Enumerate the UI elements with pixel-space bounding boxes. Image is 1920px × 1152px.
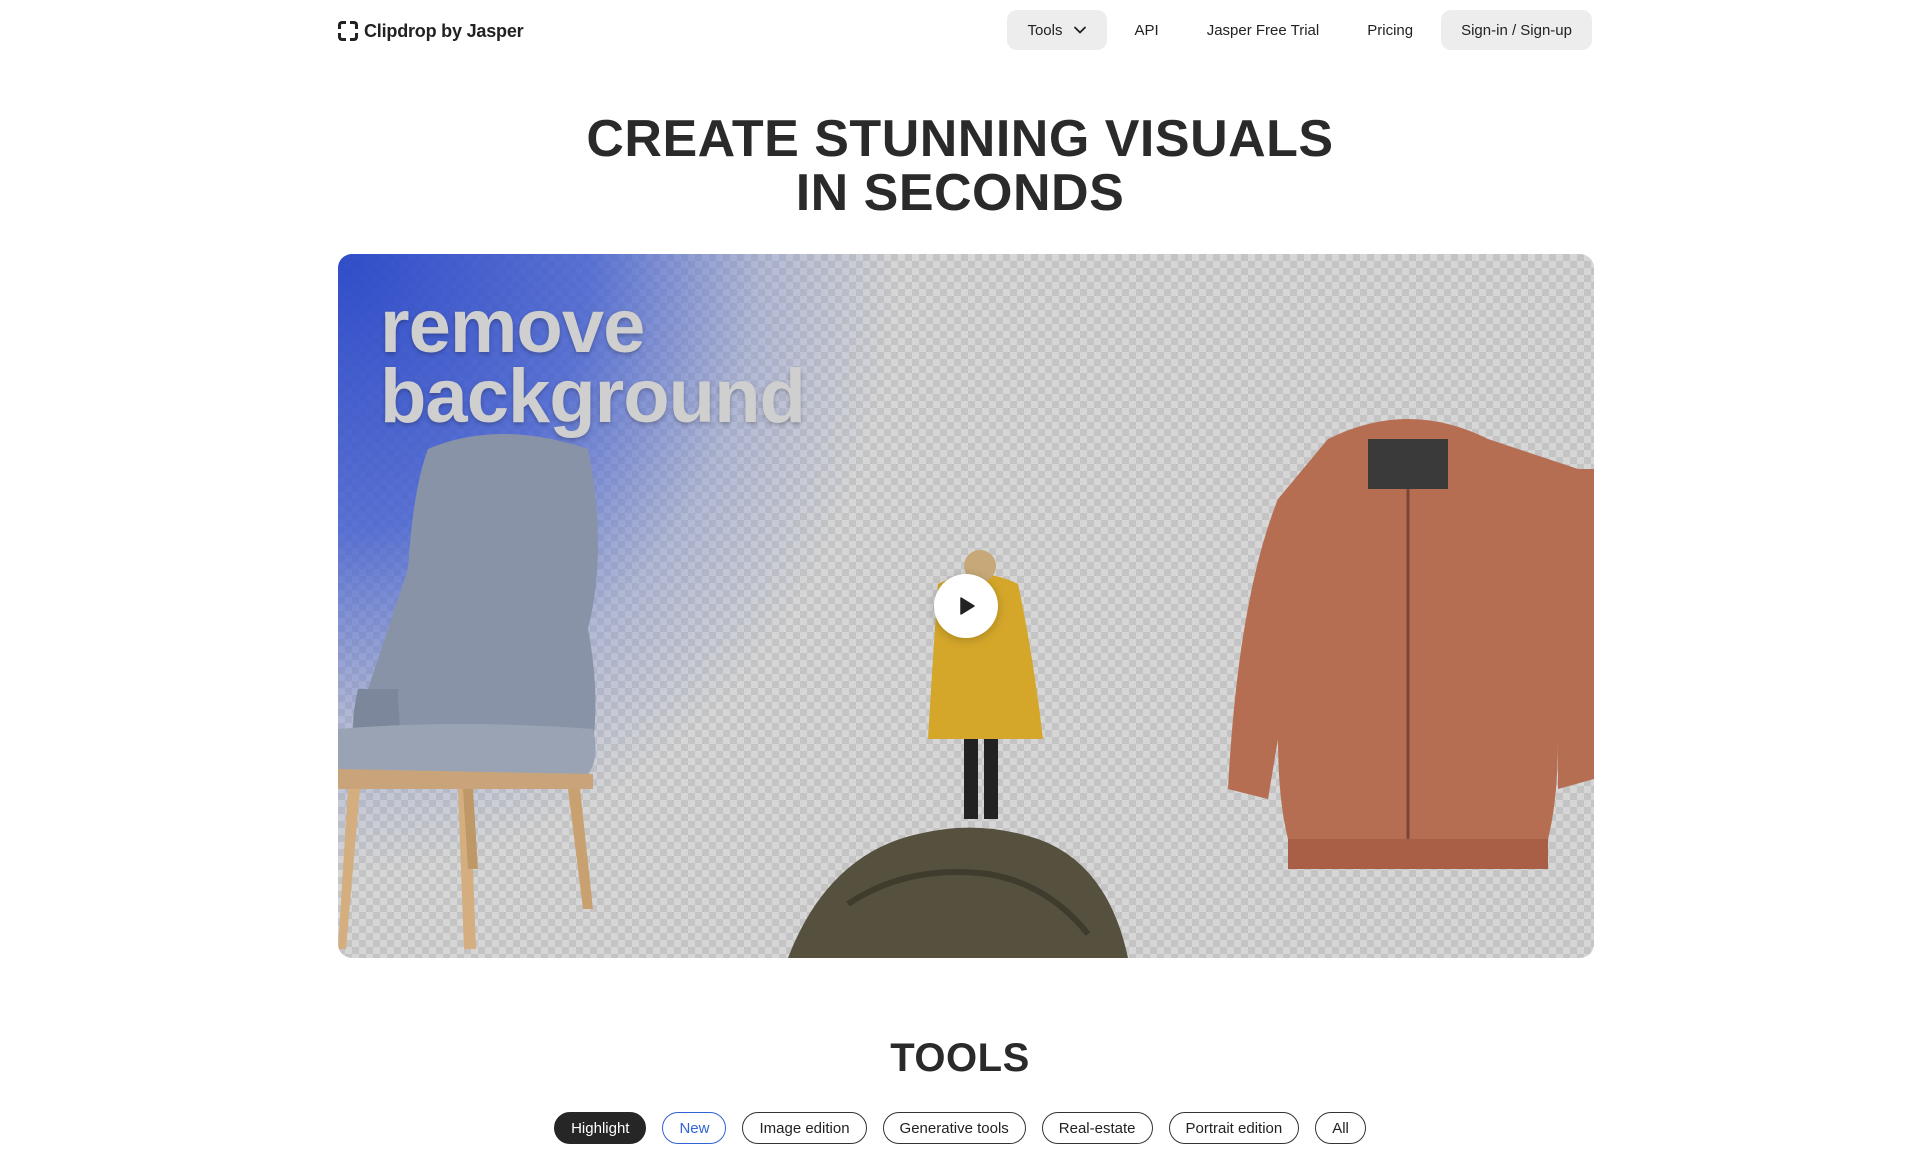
nav-tools-dropdown[interactable]: Tools [1007,10,1107,50]
girl-on-rock-image [788,550,1128,958]
jacket-image [1228,419,1594,869]
nav-tools-label: Tools [1027,21,1063,39]
clipdrop-logo[interactable]: Clipdrop by Jasper [338,19,524,43]
hero-caption: remove background [380,284,806,439]
hero-title-line-1: CREATE STUNNING VISUALS [586,110,1334,168]
nav-api-link[interactable]: API [1115,10,1179,50]
filter-all[interactable]: All [1315,1112,1366,1144]
tool-filter-bar: Highlight New Image edition Generative t… [0,1112,1920,1144]
hero-title: CREATE STUNNING VISUALS IN SECONDS [0,112,1920,220]
main-nav: Tools API Jasper Free Trial Pricing Sign… [1007,10,1592,50]
hero-caption-line-2: background [380,354,806,439]
filter-portrait-edition[interactable]: Portrait edition [1168,1112,1300,1144]
nav-jasper-trial-link[interactable]: Jasper Free Trial [1187,10,1340,50]
hero-caption-line-1: remove [380,284,645,369]
chevron-down-icon [1073,26,1086,34]
filter-new[interactable]: New [662,1112,727,1144]
hero-title-line-2: IN SECONDS [795,164,1125,222]
signin-button[interactable]: Sign-in / Sign-up [1441,10,1592,50]
filter-real-estate[interactable]: Real-estate [1041,1112,1153,1144]
clipdrop-logo-icon [338,21,358,41]
play-button[interactable] [934,574,998,638]
play-icon [960,597,975,615]
filter-image-edition[interactable]: Image edition [742,1112,867,1144]
filter-highlight[interactable]: Highlight [554,1112,647,1144]
hero-video[interactable]: remove background [338,254,1594,958]
nav-pricing-link[interactable]: Pricing [1347,10,1433,50]
tools-section-title: TOOLS [890,1036,1030,1080]
filter-generative-tools[interactable]: Generative tools [882,1112,1026,1144]
logo-text: Clipdrop by Jasper [364,20,524,41]
site-header: Clipdrop by Jasper Tools API Jasper Free… [0,0,1920,60]
chair-image [338,434,598,949]
